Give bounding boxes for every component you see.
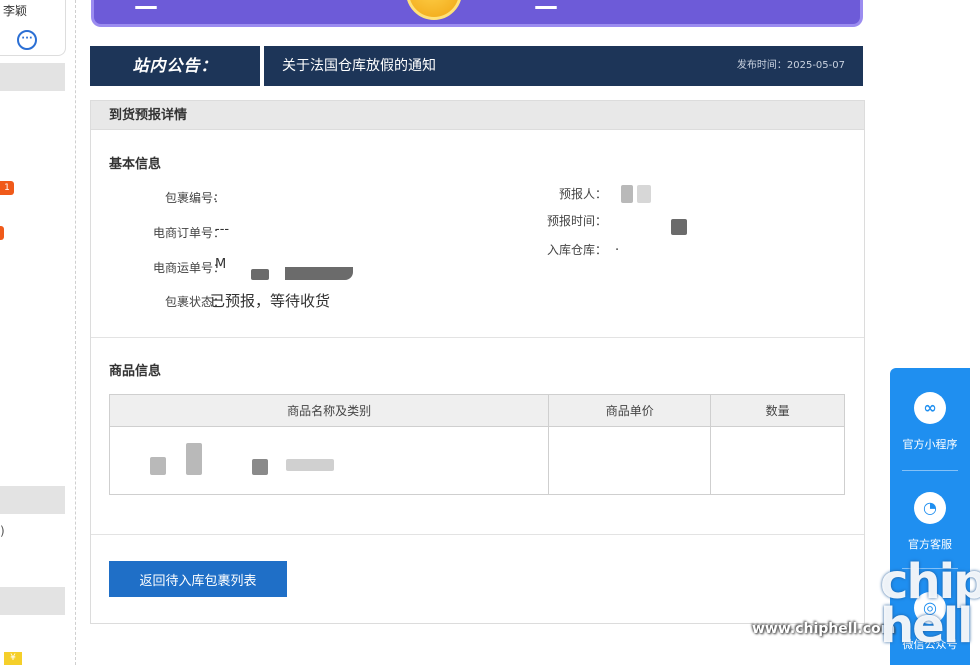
package-no-value: .	[213, 189, 218, 204]
sidebar-text: )	[0, 524, 5, 538]
customer-service-entry[interactable]: ◔ 官方客服	[890, 492, 970, 552]
sidebar-coin-badge: ¥	[4, 652, 22, 665]
user-card-text: a	[0, 32, 1, 42]
banner-text-left: —	[134, 0, 160, 20]
page-root: 李颖 a ··· 1 ) ¥ — — 站内公告： 关于法国仓库放假的通知 发布时…	[0, 0, 980, 665]
arrival-forecast-panel: 到货预报详情 基本信息 包裹编号： . 电商订单号： --- 电商运单号： M …	[90, 100, 865, 624]
site-notice-bar: 站内公告： 关于法国仓库放假的通知 发布时间：2025-05-07	[90, 46, 863, 86]
user-name: 李颖	[3, 4, 28, 18]
panel-title: 到货预报详情	[91, 101, 864, 130]
notice-separator	[260, 46, 264, 86]
sidebar-section-header-3[interactable]	[0, 587, 65, 615]
order-no-label: 电商订单号：	[152, 226, 225, 240]
status-value: 已预报，等待收货	[210, 292, 331, 310]
mini-program-icon: ∞	[914, 392, 946, 424]
sidebar-section-header-2[interactable]	[0, 486, 65, 514]
forecaster-label: 预报人：	[558, 187, 607, 201]
sidebar-count-badge-2	[0, 226, 4, 240]
redacted-block	[621, 185, 633, 203]
goods-info-title: 商品信息	[109, 364, 162, 379]
shipping-no-value: M	[215, 257, 227, 272]
package-no-label: 包裹编号：	[164, 191, 225, 205]
col-unit-price: 商品单价	[548, 394, 712, 427]
goods-name-cell	[108, 426, 550, 495]
order-no-value: ---	[215, 222, 230, 237]
sidebar-count-badge: 1	[0, 181, 14, 195]
watermark-url: www.chiphell.com	[752, 621, 896, 637]
redacted-block	[286, 459, 334, 471]
back-to-pending-list-button[interactable]: 返回待入库包裹列表	[109, 561, 287, 597]
notice-title-link[interactable]: 关于法国仓库放假的通知	[282, 46, 436, 86]
redacted-block	[637, 185, 651, 203]
col-quantity: 数量	[710, 394, 845, 427]
forecast-time-label: 预报时间：	[546, 214, 607, 228]
sidebar-section-header[interactable]	[0, 63, 65, 91]
banner-text-right: —	[534, 0, 560, 20]
warehouse-value: .	[615, 239, 620, 254]
promo-banner[interactable]: — —	[91, 0, 863, 27]
notice-label: 站内公告：	[132, 56, 218, 75]
col-name-category: 商品名称及类别	[108, 394, 550, 427]
redacted-block	[285, 267, 353, 280]
section-divider	[91, 534, 864, 535]
customer-service-icon: ◔	[914, 492, 946, 524]
goods-table: 商品名称及类别 商品单价 数量	[108, 394, 845, 495]
redacted-block	[252, 459, 268, 475]
redacted-block	[671, 219, 687, 235]
goods-table-header-row: 商品名称及类别 商品单价 数量	[108, 394, 845, 427]
warehouse-label: 入库仓库：	[546, 243, 607, 257]
basic-info-title: 基本信息	[109, 157, 162, 172]
watermark-logo: chip hell	[880, 554, 980, 654]
mini-program-entry[interactable]: ∞ 官方小程序	[890, 392, 970, 452]
unit-price-cell	[548, 426, 712, 495]
section-divider	[91, 337, 864, 338]
notice-date: 发布时间：2025-05-07	[736, 60, 845, 71]
quantity-cell	[710, 426, 845, 495]
mini-program-label: 官方小程序	[902, 438, 958, 451]
left-sidebar: 李颖 a ··· 1 ) ¥	[0, 0, 66, 665]
coin-icon	[406, 0, 462, 20]
table-row	[108, 426, 845, 495]
user-card: 李颖 a ···	[0, 0, 66, 56]
shipping-no-label: 电商运单号：	[152, 261, 225, 275]
redacted-block	[251, 269, 269, 280]
redacted-block	[186, 443, 202, 475]
redacted-block	[150, 457, 166, 475]
status-label: 包裹状态：	[164, 295, 225, 309]
float-divider	[902, 470, 958, 471]
sidebar-divider	[75, 0, 76, 665]
chat-icon[interactable]: ···	[17, 30, 37, 50]
customer-service-label: 官方客服	[908, 538, 952, 551]
